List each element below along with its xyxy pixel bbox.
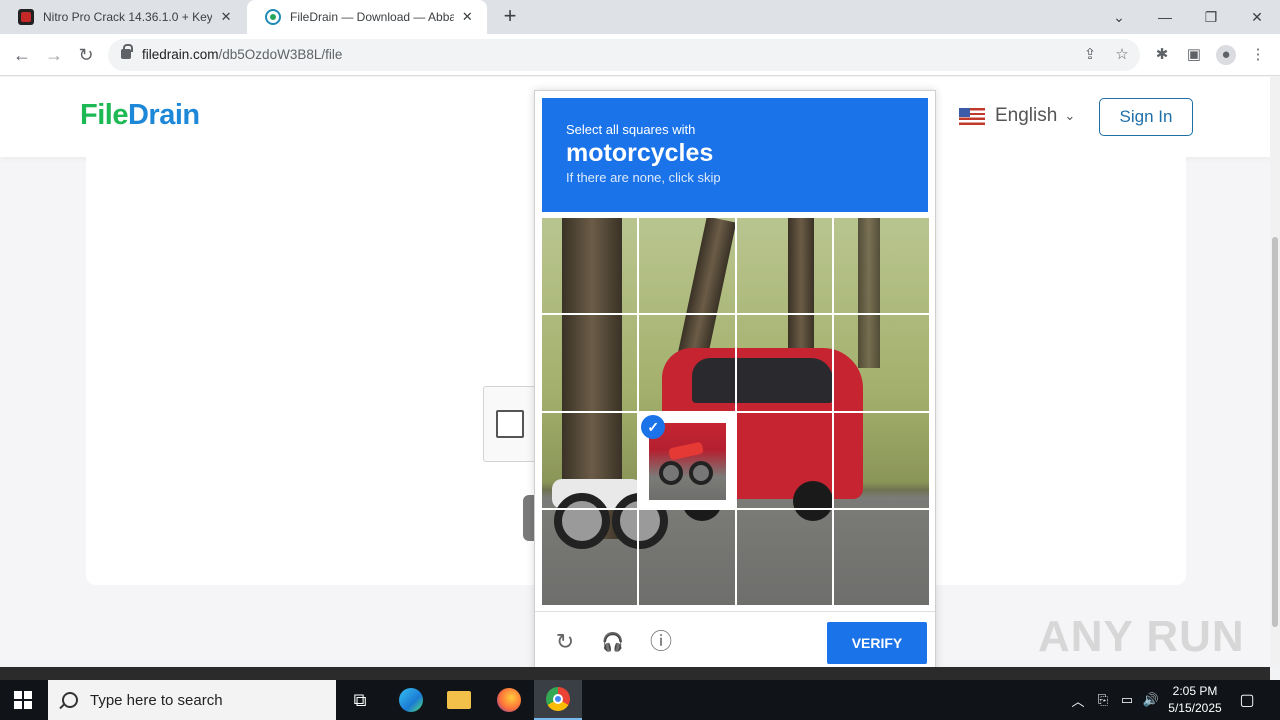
chrome-icon[interactable] [534,680,582,720]
captcha-tile[interactable] [639,218,735,314]
captcha-tile[interactable] [736,509,832,605]
extensions-puzzle-icon[interactable]: ✱ [1152,45,1172,65]
profile-avatar-icon[interactable]: ● [1216,45,1236,65]
minimize-button[interactable]: — [1142,0,1188,34]
menu-kebab-icon[interactable]: ⋮ [1248,45,1268,65]
filedrain-favicon-icon [265,9,281,25]
back-arrow-icon[interactable]: ← [9,42,35,68]
address-bar[interactable]: filedrain.com/db5OzdoW3B8L/file ⇪ ☆ [108,39,1140,71]
close-tab-icon[interactable]: ✕ [218,9,234,25]
captcha-tile[interactable] [542,315,638,411]
captcha-tile[interactable]: ✓ [639,412,735,508]
refresh-icon[interactable]: ↻ [552,629,578,655]
new-tab-button[interactable]: + [498,4,522,28]
lock-icon[interactable] [121,44,133,59]
captcha-hint: If there are none, click skip [566,170,721,185]
browser-tab-strip: Nitro Pro Crack 14.36.1.0 + Keyg ✕ FileD… [0,0,1280,34]
windows-taskbar: Type here to search ⧉ ︿ ⎘ ▭ 🔊 2:05 PM 5/… [0,680,1280,720]
task-view-icon[interactable]: ⧉ [336,680,384,720]
captcha-tile[interactable] [542,412,638,508]
url-path: /db5OzdoW3B8L/file [218,47,343,62]
captcha-tile[interactable] [736,218,832,314]
clock-date: 5/15/2025 [1168,701,1222,715]
logo-part-file: File [80,99,128,131]
captcha-keyword: motorcycles [566,139,714,167]
network-icon[interactable]: ▭ [1116,680,1138,720]
reload-icon[interactable]: ↻ [73,42,99,68]
notifications-icon[interactable]: ▢ [1232,680,1262,720]
captcha-tile[interactable] [542,218,638,314]
captcha-tile[interactable] [542,509,638,605]
page-bottom-strip [0,667,1270,680]
headphones-icon[interactable]: 🎧 [600,629,626,655]
url-host: filedrain.com [142,47,219,62]
taskbar-search-placeholder: Type here to search [90,691,223,709]
us-flag-icon [959,107,985,125]
captcha-tile[interactable] [639,509,735,605]
captcha-challenge: Select all squares with motorcycles If t… [534,90,936,672]
verify-button[interactable]: VERIFY [827,622,927,664]
info-icon[interactable]: ⓘ [648,629,674,655]
taskbar-search-box[interactable]: Type here to search [48,680,336,720]
bookmark-star-icon[interactable]: ☆ [1113,46,1131,64]
share-icon[interactable]: ⇪ [1081,46,1099,64]
captcha-header: Select all squares with motorcycles If t… [542,98,928,212]
captcha-image-grid: ✓ [542,218,929,605]
edge-icon[interactable] [387,680,435,720]
language-selector[interactable]: English ⌄ [959,105,1075,127]
firefox-icon[interactable] [485,680,533,720]
tray-device-icon[interactable]: ⎘ [1092,680,1114,720]
chevron-down-icon: ⌄ [1064,108,1076,123]
search-icon [62,692,78,708]
clock-time: 2:05 PM [1172,684,1218,698]
page-scrollbar[interactable] [1270,77,1280,667]
windows-start-icon[interactable] [14,691,32,709]
nitro-favicon-icon [18,9,34,25]
tab-nitro[interactable]: Nitro Pro Crack 14.36.1.0 + Keyg ✕ [0,0,246,34]
captcha-footer: ↻ 🎧 ⓘ VERIFY [535,611,935,671]
captcha-checkbox-widget [483,386,539,462]
captcha-tile[interactable] [833,509,929,605]
close-window-button[interactable]: ✕ [1234,0,1280,34]
tab-title: FileDrain — Download — Abbas [290,10,454,24]
browser-toolbar: ← → ↻ filedrain.com/db5OzdoW3B8L/file ⇪ … [0,34,1280,76]
captcha-tile[interactable] [833,315,929,411]
filedrain-logo[interactable]: FileDrain [80,99,200,132]
captcha-tile[interactable] [833,218,929,314]
side-panel-icon[interactable]: ▣ [1184,45,1204,65]
sign-in-button[interactable]: Sign In [1099,98,1193,136]
restore-button[interactable]: ❐ [1188,0,1234,34]
tab-search-chevron-icon[interactable]: ⌄ [1096,0,1142,34]
taskbar-clock[interactable]: 2:05 PM 5/15/2025 [1160,683,1230,717]
captcha-tile[interactable] [736,315,832,411]
tray-chevron-up-icon[interactable]: ︿ [1068,680,1088,720]
captcha-checkbox[interactable] [496,410,524,438]
tab-title: Nitro Pro Crack 14.36.1.0 + Keyg [43,10,213,24]
captcha-instruction: Select all squares with [566,122,696,137]
check-icon: ✓ [641,414,666,439]
tab-filedrain[interactable]: FileDrain — Download — Abbas ✕ [247,0,487,34]
scrollbar-thumb[interactable] [1272,237,1278,627]
anyrun-watermark: ANY RUN [1038,612,1245,661]
language-label: English [995,105,1058,126]
logo-part-drain: Drain [127,99,200,131]
url-text[interactable]: filedrain.com/db5OzdoW3B8L/file [142,47,342,62]
file-explorer-icon[interactable] [435,680,483,720]
captcha-tile[interactable] [736,412,832,508]
forward-arrow-icon[interactable]: → [41,42,67,68]
close-tab-icon[interactable]: ✕ [460,9,475,25]
captcha-tile[interactable] [639,315,735,411]
motorcycle-image [659,437,715,487]
volume-icon[interactable]: 🔊 [1140,680,1162,720]
captcha-tile[interactable] [833,412,929,508]
